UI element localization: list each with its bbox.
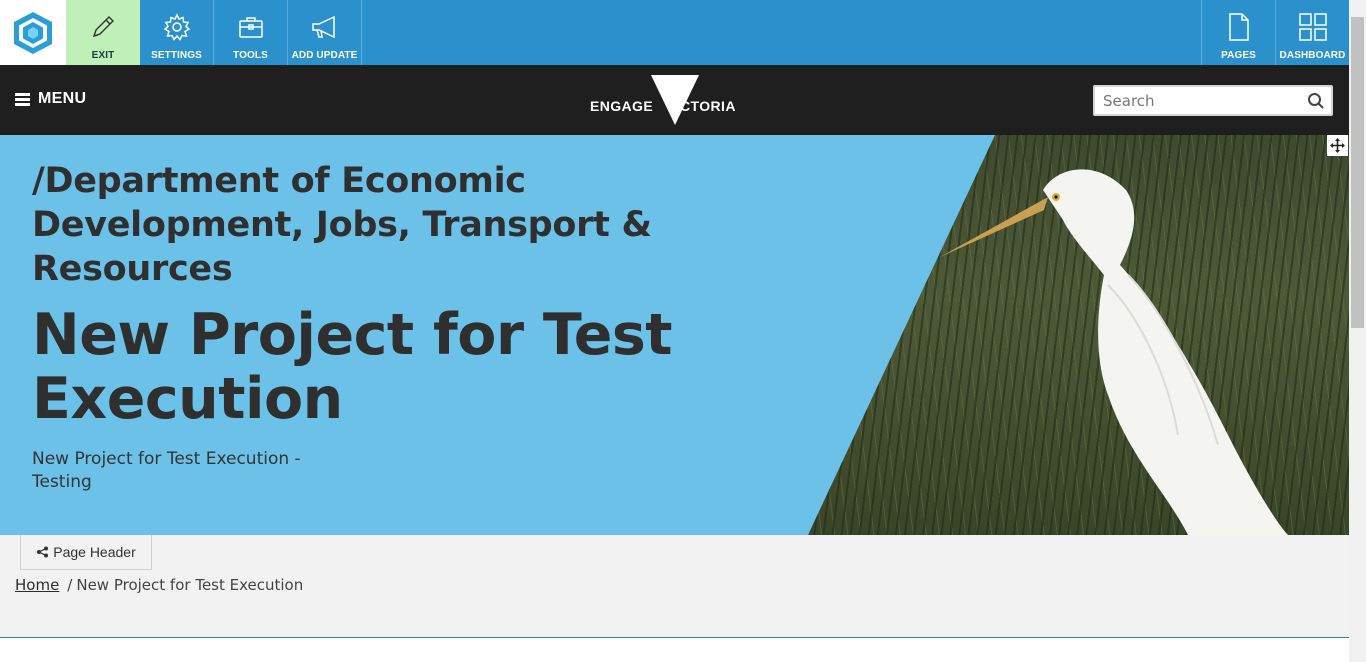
logo-text-right: VICTORIA <box>666 98 736 114</box>
hero-banner: /Department of Economic Development, Job… <box>0 135 1349 535</box>
logo-text-left: ENGAGE <box>590 98 654 114</box>
toolbar-right-group: PAGES DASHBOARD <box>1201 0 1349 65</box>
menu-button[interactable]: MENU <box>15 90 86 108</box>
menu-label: MENU <box>38 90 87 107</box>
hexagon-logo-icon <box>14 11 52 54</box>
search-input[interactable] <box>1095 87 1295 114</box>
hamburger-icon <box>15 93 30 106</box>
vertical-scrollbar[interactable] <box>1349 0 1366 662</box>
hero-description: New Project for Test Execution - Testing <box>32 449 301 492</box>
tools-button[interactable]: TOOLS <box>214 0 288 65</box>
egret-illustration <box>940 169 1288 535</box>
move-arrows-icon <box>1330 138 1345 153</box>
content-divider <box>0 637 1349 638</box>
admin-toolbar: EXIT SETTINGS TOOLS ADD UPDATE PAGES DAS… <box>0 0 1349 65</box>
page-icon <box>1227 10 1251 44</box>
search-box <box>1093 85 1333 116</box>
page-header-label: Page Header <box>53 544 136 560</box>
dashboard-label: DASHBOARD <box>1279 50 1346 61</box>
megaphone-icon <box>310 10 340 44</box>
pages-button[interactable]: PAGES <box>1201 0 1275 65</box>
dashboard-button[interactable]: DASHBOARD <box>1275 0 1349 65</box>
settings-label: SETTINGS <box>151 50 202 61</box>
breadcrumb: Home / New Project for Test Execution <box>15 576 303 594</box>
page-header-tab[interactable]: Page Header <box>20 535 152 570</box>
add-update-label: ADD UPDATE <box>291 50 358 61</box>
breadcrumb-current: New Project for Test Execution <box>76 576 304 594</box>
pencil-icon <box>89 10 117 44</box>
pages-label: PAGES <box>1221 50 1256 61</box>
engage-victoria-logo[interactable]: ENGAGE VICTORIA <box>590 75 742 125</box>
hero-organisation: /Department of Economic Development, Job… <box>32 161 652 289</box>
breadcrumb-home-link[interactable]: Home <box>15 576 59 594</box>
breadcrumb-separator: / <box>67 576 73 594</box>
share-icon <box>37 546 49 558</box>
move-handle[interactable] <box>1327 135 1348 156</box>
hero-text-block: /Department of Economic Development, Job… <box>32 159 732 494</box>
exit-button[interactable]: EXIT <box>66 0 140 65</box>
tools-label: TOOLS <box>233 50 268 61</box>
add-update-button[interactable]: ADD UPDATE <box>288 0 362 65</box>
search-icon[interactable] <box>1307 92 1325 110</box>
gear-icon <box>163 10 191 44</box>
hero-egret-image <box>808 135 1349 535</box>
exit-label: EXIT <box>91 50 115 61</box>
content-area <box>0 638 1349 662</box>
scrollbar-thumb[interactable] <box>1351 17 1364 328</box>
site-header: MENU ENGAGE VICTORIA <box>0 65 1349 135</box>
settings-button[interactable]: SETTINGS <box>140 0 214 65</box>
page-title: New Project for Test Execution <box>32 302 673 432</box>
platform-logo[interactable] <box>0 0 66 65</box>
grid-icon <box>1298 10 1328 44</box>
toolbox-icon <box>237 10 265 44</box>
